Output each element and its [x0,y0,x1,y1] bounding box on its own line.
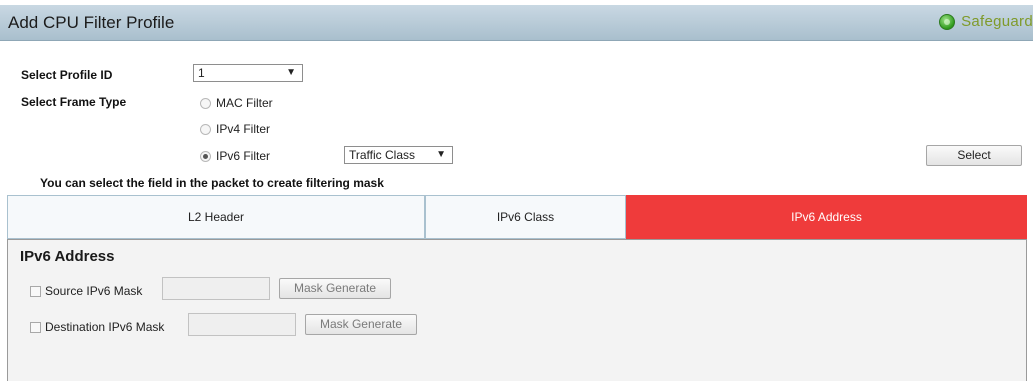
radio-label: IPv6 Filter [216,149,271,163]
destination-mask-generate-button[interactable]: Mask Generate [305,314,417,335]
ipv6-subtype-select[interactable]: Traffic Class ▼ [344,146,453,164]
filter-hint: You can select the field in the packet t… [40,176,384,190]
profile-id-value: 1 [198,66,205,80]
tab-ipv6-address[interactable]: IPv6 Address [626,195,1027,239]
radio-ipv4-filter[interactable]: IPv4 Filter [200,122,270,136]
source-ipv6-mask-checkbox[interactable]: Source IPv6 Mask [30,284,142,298]
frame-type-label: Select Frame Type [21,95,127,109]
profile-id-select[interactable]: 1 ▼ [193,64,303,82]
checkbox-icon [30,321,41,333]
packet-field-tabs: L2 Header IPv6 Class IPv6 Address [7,195,1027,239]
source-mask-generate-button[interactable]: Mask Generate [279,278,391,299]
destination-ipv6-mask-checkbox[interactable]: Destination IPv6 Mask [30,320,164,334]
radio-selected-icon [200,150,211,162]
checkbox-label: Source IPv6 Mask [45,284,143,298]
radio-ipv6-filter[interactable]: IPv6 Filter [200,149,270,163]
checkbox-icon [30,285,41,297]
tab-ipv6-class[interactable]: IPv6 Class [425,195,626,239]
radio-mac-filter[interactable]: MAC Filter [200,96,273,110]
title-bar: Add CPU Filter Profile Safeguard [0,5,1033,41]
radio-label: IPv4 Filter [216,122,271,136]
source-ipv6-mask-input[interactable] [162,277,270,300]
ipv6-address-panel: IPv6 Address Source IPv6 Mask Mask Gener… [7,239,1027,381]
destination-ipv6-mask-input[interactable] [188,313,296,336]
status-light-icon [939,13,956,30]
page-title: Add CPU Filter Profile [8,13,175,32]
profile-id-label: Select Profile ID [21,68,113,82]
checkbox-label: Destination IPv6 Mask [45,320,165,334]
radio-label: MAC Filter [216,96,273,110]
dropdown-arrow-icon: ▼ [436,149,446,160]
safeguard-indicator[interactable]: Safeguard [939,13,1033,30]
panel-title: IPv6 Address [20,248,115,265]
radio-icon [200,123,211,135]
safeguard-label: Safeguard [961,13,1033,30]
select-button[interactable]: Select [926,145,1022,166]
radio-icon [200,97,211,109]
dropdown-arrow-icon: ▼ [286,67,296,78]
tab-l2-header[interactable]: L2 Header [7,195,425,239]
ipv6-subtype-value: Traffic Class [349,148,416,162]
